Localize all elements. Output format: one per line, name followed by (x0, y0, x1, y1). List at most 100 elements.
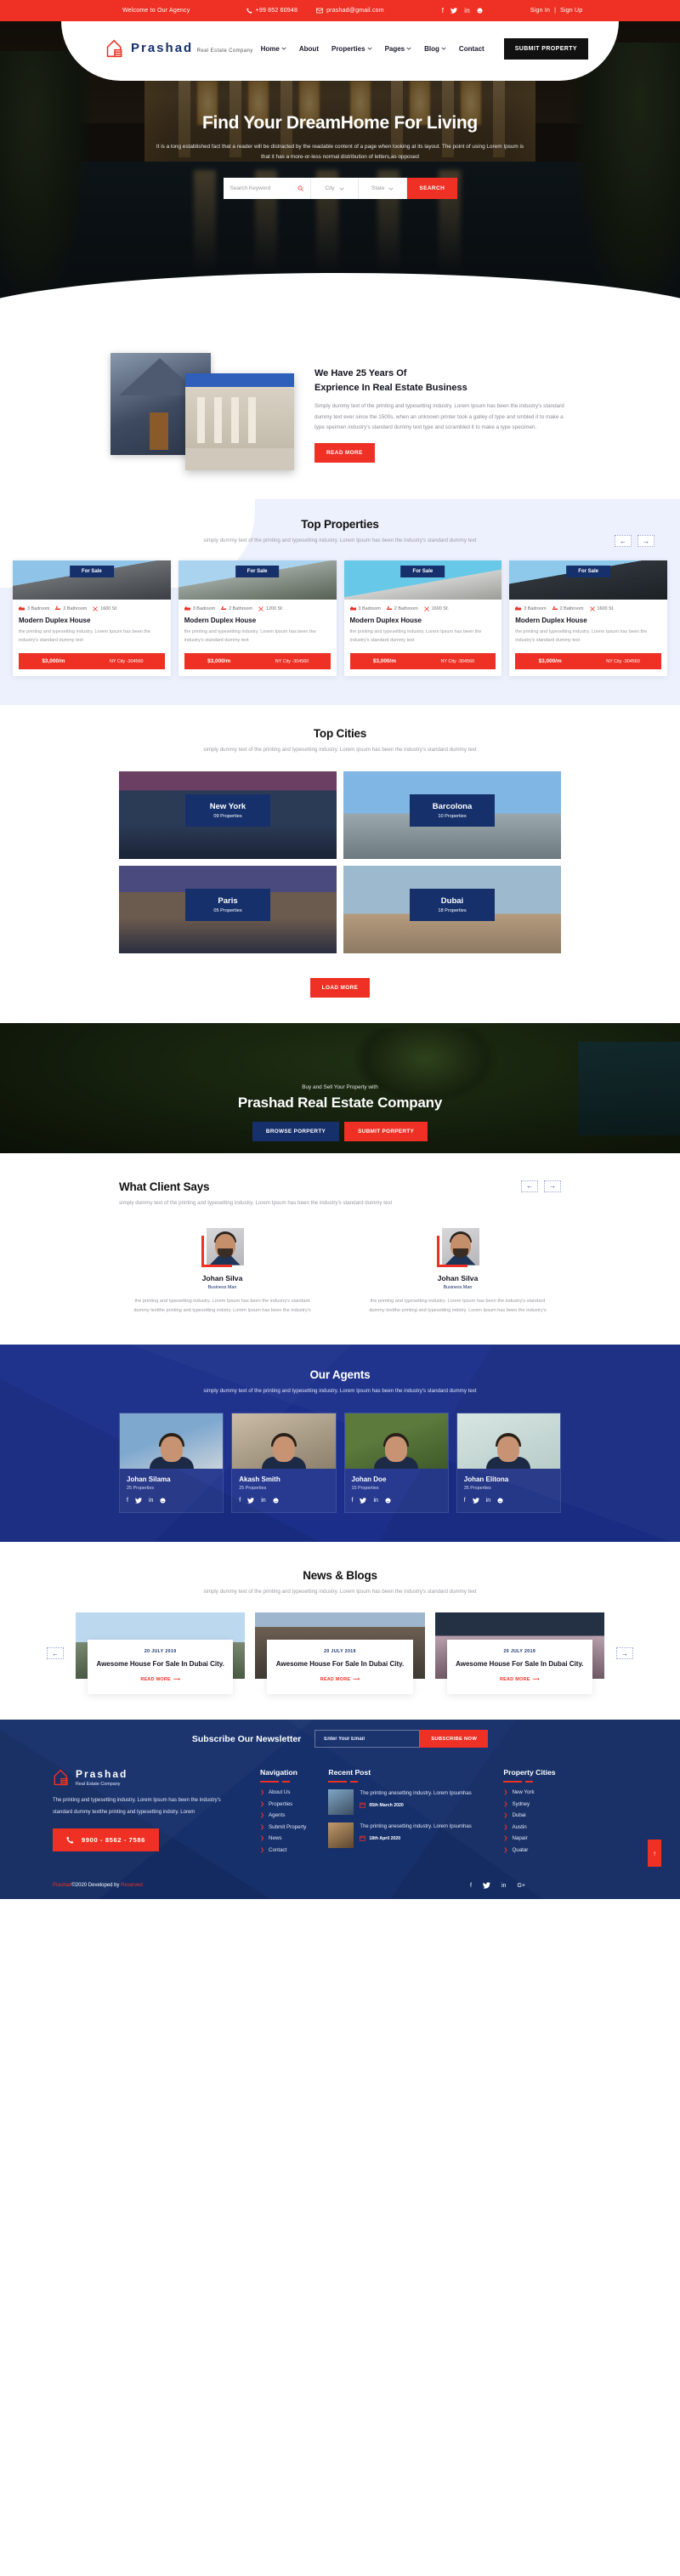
footer-logo[interactable]: Prashad Real Estate Company (53, 1768, 238, 1787)
property-card[interactable]: For Sale 3 Badroom 2 Bathroom 1600 Sf. M… (13, 560, 171, 677)
twitter-icon[interactable] (134, 1497, 142, 1504)
footer-city-link[interactable]: ❯ Austin (503, 1824, 555, 1830)
facebook-icon[interactable]: f (127, 1498, 128, 1504)
facebook-icon[interactable]: f (470, 1883, 472, 1889)
footer-phone-button[interactable]: 9900 - 8562 - 7586 (53, 1828, 159, 1851)
agent-property-count: 35 Properties (463, 1485, 491, 1491)
recent-post-item[interactable]: The printing anesetting industry. Lorem … (328, 1823, 481, 1849)
property-image: For Sale (13, 560, 171, 600)
footer-link[interactable]: ❯ Agents (260, 1812, 306, 1818)
facebook-icon[interactable]: f (464, 1498, 466, 1504)
facebook-icon[interactable]: f (239, 1498, 241, 1504)
nav-item-pages[interactable]: Pages (385, 45, 412, 53)
city-card[interactable]: Dubai 18 Properties (343, 865, 561, 953)
nav-item-contact[interactable]: Contact (459, 45, 484, 53)
property-price: $3,000/m (207, 658, 231, 665)
footer-city-link[interactable]: ❯ New York (503, 1789, 555, 1795)
search-button[interactable]: SEARCH (407, 178, 457, 200)
nav-item-about[interactable]: About (299, 45, 319, 53)
footer-link[interactable]: ❯ Submit Property (260, 1824, 306, 1830)
agent-card[interactable]: Johan Doe 15 Properties f in (343, 1412, 449, 1513)
agents-subtitle: simply dummy text of the printing and ty… (203, 1387, 477, 1394)
submit-property-button[interactable]: SUBMIT PROPERTY (503, 37, 588, 60)
footer-link[interactable]: ❯ Contact (260, 1847, 306, 1853)
testimonials-prev-button[interactable]: ← (521, 1180, 538, 1192)
properties-next-button[interactable]: → (638, 535, 654, 547)
footer-link[interactable]: ❯ Properties (260, 1801, 306, 1807)
footer-city-link[interactable]: ❯ Sydney (503, 1801, 555, 1807)
agent-card[interactable]: Johan Elitona 35 Properties f in (456, 1412, 561, 1513)
news-prev-button[interactable]: ← (47, 1647, 64, 1660)
twitter-icon[interactable] (483, 1882, 490, 1889)
site-logo[interactable]: Prashad Real Estate Company (105, 38, 253, 59)
subscribe-now-button[interactable]: SUBSCRIBE NOW (420, 1730, 489, 1749)
bed-icon (349, 606, 356, 611)
city-card[interactable]: New York 09 Properties (119, 771, 337, 859)
linkedin-icon[interactable]: in (149, 1498, 153, 1504)
email-item[interactable]: prashad@gmail.com (316, 8, 384, 14)
linkedin-icon[interactable]: in (486, 1498, 490, 1504)
linkedin-icon[interactable]: in (373, 1498, 377, 1504)
blog-read-more-link[interactable]: READ MORE ⟶ (274, 1677, 405, 1682)
linkedin-icon[interactable]: in (464, 7, 470, 14)
nav-item-home[interactable]: Home (261, 45, 286, 53)
city-card[interactable]: Barcolona 10 Properties (343, 771, 561, 859)
footer-navigation-column: Navigation ❯ About Us ❯ Properties ❯ Agents… (260, 1768, 306, 1858)
skype-icon[interactable] (273, 1498, 279, 1504)
blog-card[interactable]: 20 JULY 2019 Awesome House For Sale In D… (434, 1612, 604, 1695)
city-card[interactable]: Paris 05 Properties (119, 865, 337, 953)
testimonials-next-button[interactable]: → (544, 1180, 561, 1192)
sign-in-link[interactable]: Sign In (530, 8, 550, 14)
footer-link[interactable]: ❯ About Us (260, 1789, 306, 1795)
footer-city-link[interactable]: ❯ Napair (503, 1835, 555, 1841)
chevron-down-icon (406, 47, 411, 50)
blog-read-more-link[interactable]: READ MORE ⟶ (454, 1677, 586, 1682)
news-blogs-section: News & Blogs simply dummy text of the pr… (0, 1542, 680, 1720)
property-card[interactable]: For Sale 3 Badroom 2 Bathroom 1200 Sf. M… (178, 560, 337, 677)
property-card[interactable]: For Sale 3 Badroom 2 Bathroom 1600 Sf. M… (343, 560, 502, 677)
properties-prev-button[interactable]: ← (615, 535, 632, 547)
agent-card[interactable]: Akash Smith 25 Properties f in (231, 1412, 337, 1513)
blog-card[interactable]: 20 JULY 2019 Awesome House For Sale In D… (255, 1612, 425, 1695)
twitter-icon[interactable] (247, 1497, 255, 1504)
nav-item-blog[interactable]: Blog (424, 45, 446, 53)
bedroom-meta: 3 Badroom (515, 606, 547, 611)
linkedin-icon[interactable]: in (502, 1883, 506, 1889)
submit-property-cta-button[interactable]: SUBMIT PORPERTY (344, 1121, 428, 1141)
facebook-icon[interactable]: f (442, 7, 444, 14)
skype-icon[interactable] (160, 1498, 166, 1504)
footer-city-link[interactable]: ❯ Dubai (503, 1812, 555, 1818)
twitter-icon[interactable] (360, 1497, 367, 1504)
about-read-more-button[interactable]: READ MORE (314, 442, 375, 463)
blog-card[interactable]: 20 JULY 2019 Awesome House For Sale In D… (76, 1612, 246, 1695)
agent-card[interactable]: Johan Silama 25 Properties f in (119, 1412, 224, 1513)
newsletter-email-input[interactable] (314, 1730, 421, 1749)
about-heading-line2: Exprience In Real Estate Business (314, 383, 468, 394)
footer-link[interactable]: ❯ News (260, 1835, 306, 1841)
search-keyword-field[interactable]: Search Keyword (224, 178, 311, 200)
back-to-top-button[interactable]: ↑ (648, 1840, 661, 1868)
google-plus-icon[interactable]: G+ (517, 1883, 525, 1889)
blog-read-more-link[interactable]: READ MORE ⟶ (94, 1677, 226, 1682)
agents-title: Our Agents (309, 1368, 371, 1381)
skype-icon[interactable] (497, 1498, 503, 1504)
cta-eyebrow: Buy and Sell Your Property with (302, 1083, 378, 1090)
state-select[interactable]: State (359, 178, 408, 200)
news-next-button[interactable]: → (616, 1647, 633, 1660)
footer-city-link[interactable]: ❯ Quatar (503, 1847, 555, 1853)
bedroom-text: 3 Badroom (524, 606, 547, 611)
recent-post-item[interactable]: The printing anesetting industry. Lorem … (328, 1789, 481, 1816)
browse-property-button[interactable]: BROWSE PORPERTY (252, 1121, 340, 1141)
phone-item[interactable]: +99 852 60948 (246, 8, 298, 14)
city-select[interactable]: City (311, 178, 360, 200)
load-more-button[interactable]: LOAD MORE (309, 977, 371, 998)
skype-icon[interactable] (385, 1498, 391, 1504)
nav-item-properties[interactable]: Properties (332, 45, 372, 53)
linkedin-icon[interactable]: in (261, 1498, 265, 1504)
twitter-icon[interactable] (450, 8, 458, 14)
skype-icon[interactable] (477, 8, 483, 14)
sign-up-link[interactable]: Sign Up (560, 8, 582, 14)
property-card[interactable]: For Sale 3 Badroom 2 Bathroom 1600 Sf. M… (509, 560, 667, 677)
twitter-icon[interactable] (472, 1497, 479, 1504)
facebook-icon[interactable]: f (352, 1498, 354, 1504)
